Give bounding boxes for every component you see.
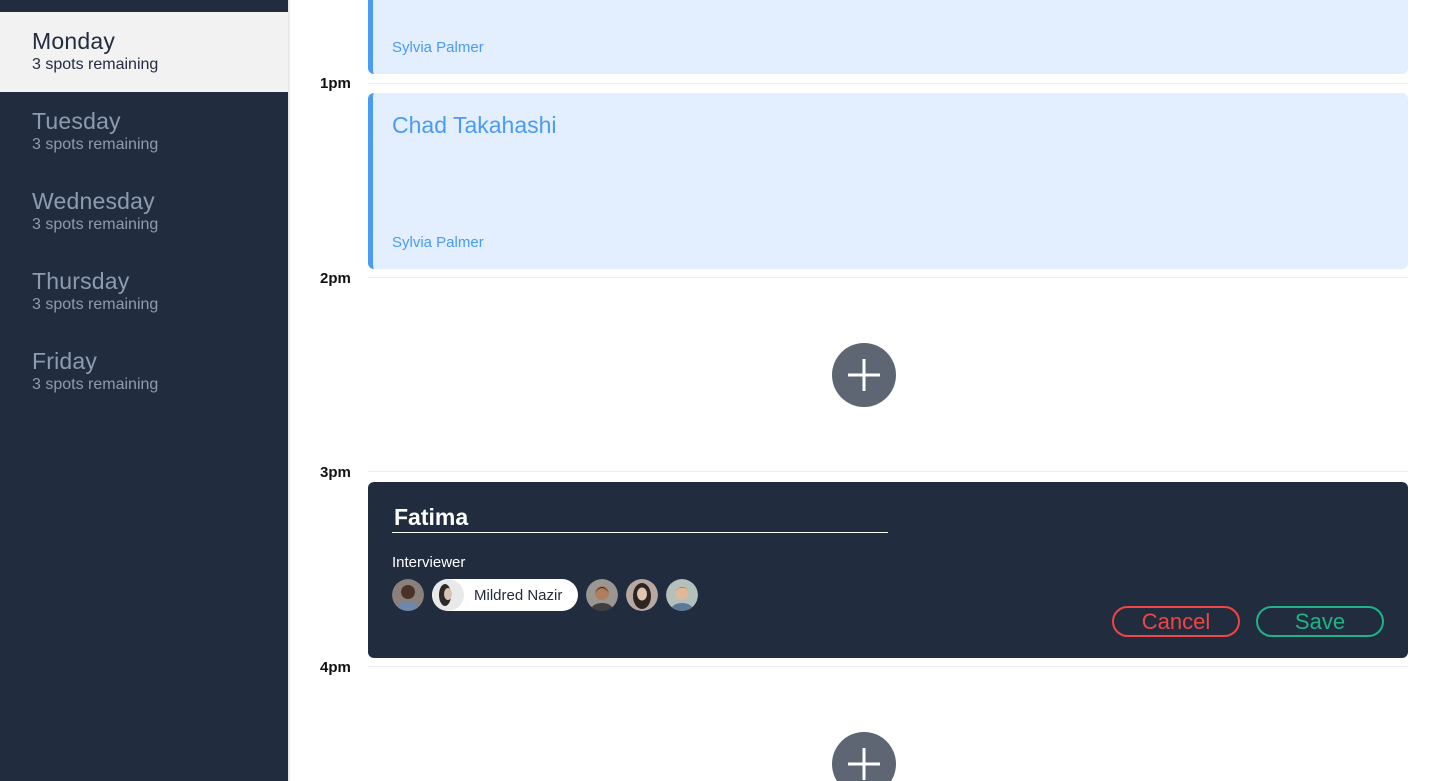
day-spots-remaining: 3 spots remaining [32, 136, 159, 153]
day-sidebar: Monday 3 spots remaining Tuesday 3 spots… [0, 0, 291, 781]
day-name: Friday [32, 348, 98, 374]
selected-interviewer-chip[interactable]: Mildred Nazir [432, 579, 579, 611]
interviewer-avatar[interactable] [392, 579, 424, 611]
hour-divider [368, 277, 1408, 278]
schedule-timeline: Sylvia Palmer 1pm Chad Takahashi Sylvia … [288, 0, 1440, 781]
day-name: Monday [32, 28, 116, 54]
selected-interviewer-name: Mildred Nazir [474, 586, 563, 604]
hour-divider [368, 471, 1408, 472]
slot-editor: Interviewer Mildred Nazir [368, 482, 1408, 658]
interviewer-picker: Mildred Nazir [392, 579, 706, 611]
interviewer-label: Interviewer [392, 554, 466, 571]
cancel-button[interactable]: Cancel [1112, 606, 1240, 637]
sidebar-item-thursday[interactable]: Thursday 3 spots remaining [0, 252, 288, 332]
interviewer-avatar[interactable] [586, 579, 619, 611]
hour-label-2pm: 2pm [320, 270, 351, 287]
candidate-name-input[interactable] [392, 502, 888, 533]
save-button[interactable]: Save [1256, 606, 1384, 637]
add-slot-button[interactable] [832, 343, 896, 407]
sidebar-item-monday[interactable]: Monday 3 spots remaining [0, 12, 288, 92]
hour-label-3pm: 3pm [320, 464, 351, 481]
interview-slot[interactable]: Chad Takahashi Sylvia Palmer [368, 93, 1408, 269]
interviewer-avatar [432, 579, 464, 611]
day-spots-remaining: 3 spots remaining [32, 376, 159, 393]
event-candidate-name: Chad Takahashi [392, 112, 557, 138]
day-name: Thursday [32, 268, 130, 294]
day-name: Wednesday [32, 188, 155, 214]
plus-icon [848, 748, 880, 780]
day-spots-remaining: 3 spots remaining [32, 56, 159, 73]
day-name: Tuesday [32, 108, 121, 134]
hour-divider [368, 666, 1408, 667]
sidebar-item-friday[interactable]: Friday 3 spots remaining [0, 332, 288, 412]
add-slot-button[interactable] [832, 732, 896, 781]
sidebar-item-tuesday[interactable]: Tuesday 3 spots remaining [0, 92, 288, 172]
day-spots-remaining: 3 spots remaining [32, 296, 159, 313]
plus-icon [848, 359, 880, 391]
hour-label-4pm: 4pm [320, 659, 351, 676]
day-spots-remaining: 3 spots remaining [32, 216, 159, 233]
hour-label-1pm: 1pm [320, 75, 351, 92]
event-interviewer: Sylvia Palmer [392, 234, 484, 251]
interviewer-avatar[interactable] [626, 579, 659, 611]
sidebar-item-wednesday[interactable]: Wednesday 3 spots remaining [0, 172, 288, 252]
hour-divider [368, 83, 1408, 84]
event-interviewer: Sylvia Palmer [392, 39, 484, 56]
interview-slot[interactable]: Sylvia Palmer [368, 0, 1408, 74]
interviewer-avatar[interactable] [666, 579, 699, 611]
